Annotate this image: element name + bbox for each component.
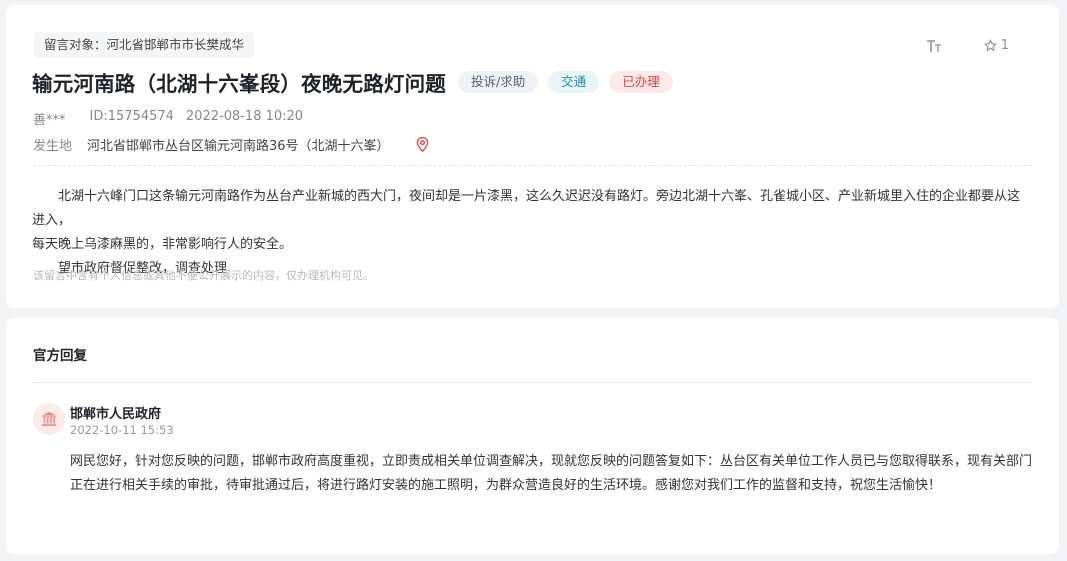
favorite-count: 1 xyxy=(1000,38,1009,53)
title-row: 输元河南路（北湖十六峯段）夜晚无路灯问题 投诉/求助 交通 已办理 xyxy=(32,67,673,97)
font-size-button[interactable] xyxy=(926,39,942,53)
toolbar: 1 xyxy=(926,38,1009,53)
reply-section-title: 官方回复 xyxy=(33,348,87,364)
message-meta: 善*** ID:15754574 2022-08-18 10:20 xyxy=(33,109,303,128)
status-badge: 已办理 xyxy=(609,71,673,93)
reply-card: 官方回复 邯郸市人民政府 2022-10-11 15:53 网民您好，针对您反映… xyxy=(6,318,1059,554)
divider xyxy=(33,165,1032,166)
location-row: 发生地 河北省邯郸市丛台区输元河南路36号（北湖十六峯） xyxy=(33,135,429,154)
reply-time: 2022-10-11 15:53 xyxy=(70,423,174,437)
message-target: 留言对象：河北省邯郸市市长樊成华 xyxy=(34,32,255,58)
message-title: 输元河南路（北湖十六峯段）夜晚无路灯问题 xyxy=(32,72,446,96)
location-value: 河北省邯郸市丛台区输元河南路36号（北湖十六峯） xyxy=(87,139,390,154)
font-size-icon xyxy=(926,39,941,52)
message-id: ID:15754574 xyxy=(89,109,174,124)
reply-org-name: 邯郸市人民政府 xyxy=(70,407,162,422)
government-building-icon xyxy=(41,411,57,426)
location-label: 发生地 xyxy=(33,139,73,154)
avatar xyxy=(33,403,65,435)
tag-topic: 交通 xyxy=(548,71,600,93)
star-icon xyxy=(983,39,997,52)
author: 善*** xyxy=(33,113,66,128)
tag-type: 投诉/求助 xyxy=(458,71,539,93)
content-paragraph-cont: 每天晚上乌漆麻黑的，非常影响行人的安全。 xyxy=(32,237,293,252)
reply-body: 网民您好，针对您反映的问题，邯郸市政府高度重视，立即责成相关单位调查解决，现就您… xyxy=(70,454,1033,493)
message-card: 留言对象：河北省邯郸市市长樊成华 1 输元河南路（北湖十六峯段）夜晚无路灯问题 … xyxy=(6,5,1059,308)
map-pin-icon[interactable] xyxy=(416,137,429,152)
message-time: 2022-08-18 10:20 xyxy=(185,109,304,124)
favorite-button[interactable]: 1 xyxy=(983,38,1009,53)
privacy-note: 该留言中含有个人信息或其他不便公开展示的内容，仅办理机构可见。 xyxy=(33,269,374,282)
divider xyxy=(33,382,1032,383)
content-paragraph: 北湖十六峰门口这条输元河南路作为丛台产业新城的西大门，夜间却是一片漆黑，这么久迟… xyxy=(32,189,1021,228)
